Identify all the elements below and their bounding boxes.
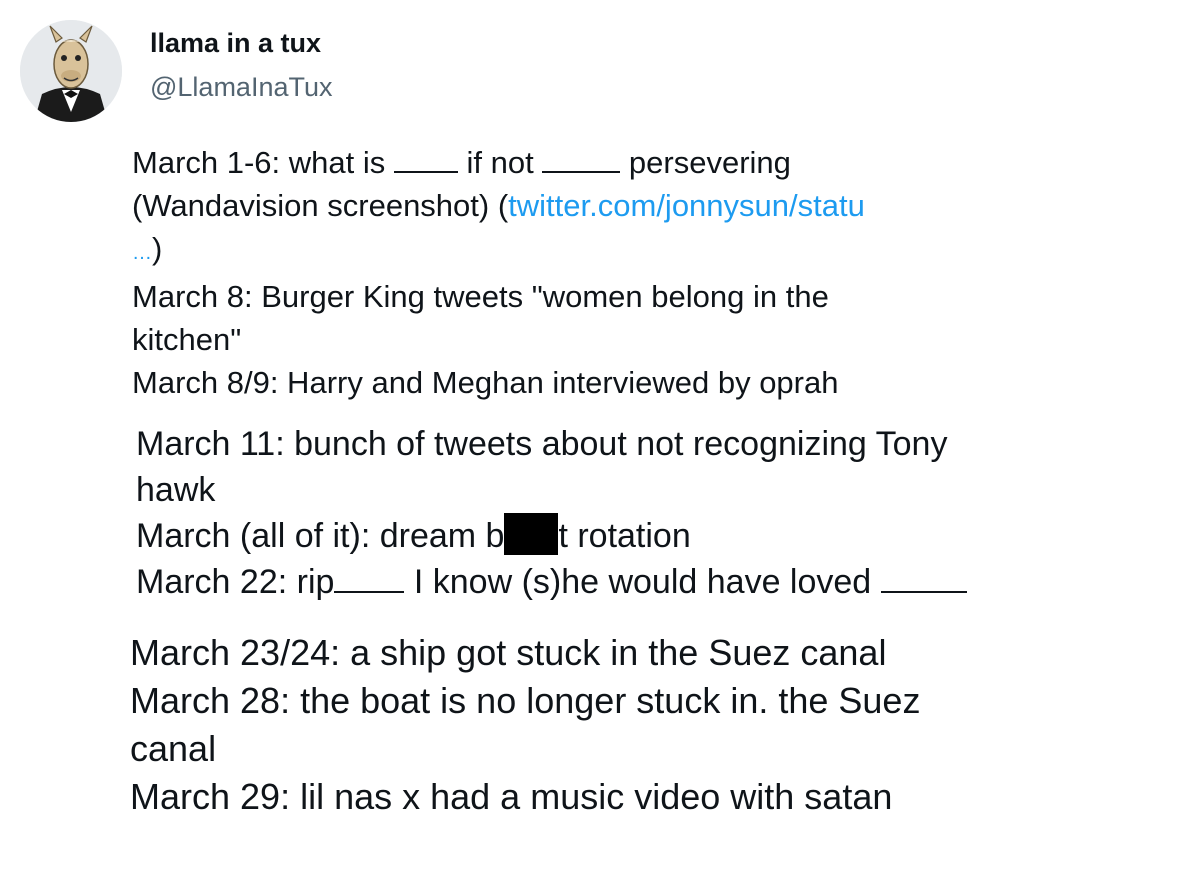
tweet-line: March 8: Burger King tweets "women belon… — [132, 279, 829, 314]
llama-in-tuxedo-avatar-icon — [20, 20, 122, 122]
text-segment: I know (s)he would have loved — [404, 563, 881, 601]
tweet-link[interactable]: twitter.com/jonnysun/statu — [508, 188, 865, 223]
tweet-line: canal — [130, 728, 217, 769]
text-segment: March 1-6: what is — [132, 145, 394, 180]
avatar[interactable] — [20, 20, 122, 122]
text-segment: t rotation — [558, 517, 691, 555]
tweet-line: kitchen" — [132, 322, 242, 357]
tweet-line: March 1-6: what is if not persevering — [132, 141, 865, 184]
author-name[interactable]: llama in a tux — [150, 28, 321, 59]
redaction-box — [504, 513, 559, 555]
tweet-line: …) — [132, 227, 865, 275]
tweet-text-block-3: March 23/24: a ship got stuck in the Sue… — [130, 629, 920, 821]
text-segment: if not — [457, 145, 543, 180]
tweet-line: March 28: the boat is no longer stuck in… — [130, 680, 921, 721]
tweet-text-block-2: March 11: bunch of tweets about not reco… — [136, 421, 967, 605]
tweet-line: March (all of it): dream b t rotation — [136, 513, 967, 559]
tweet-line: hawk — [136, 471, 216, 509]
blank-line — [880, 565, 967, 593]
tweet-line: March 23/24: a ship got stuck in the Sue… — [130, 632, 887, 673]
text-segment: March (all of it): dream b — [136, 517, 505, 555]
text-segment: (Wandavision screenshot) ( — [132, 188, 509, 223]
text-segment: ) — [152, 231, 163, 266]
text-segment: March 22: rip — [136, 563, 335, 601]
link-ellipsis[interactable]: … — [132, 242, 152, 264]
tweet-line: March 8/9: Harry and Meghan interviewed … — [132, 365, 839, 400]
blank-line — [393, 145, 458, 173]
tweet-text-block-1: March 1-6: what is if not persevering (W… — [132, 141, 865, 404]
author-handle[interactable]: @LlamaInaTux — [150, 72, 333, 103]
text-segment: persevering — [620, 145, 791, 180]
tweet-line: March 11: bunch of tweets about not reco… — [136, 425, 948, 463]
blank-line — [334, 565, 405, 593]
tweet-line: March 22: rip I know (s)he would have lo… — [136, 559, 967, 605]
tweet-line: March 29: lil nas x had a music video wi… — [130, 776, 893, 817]
tweet-line: (Wandavision screenshot) (twitter.com/jo… — [132, 184, 865, 227]
blank-line — [542, 145, 621, 173]
